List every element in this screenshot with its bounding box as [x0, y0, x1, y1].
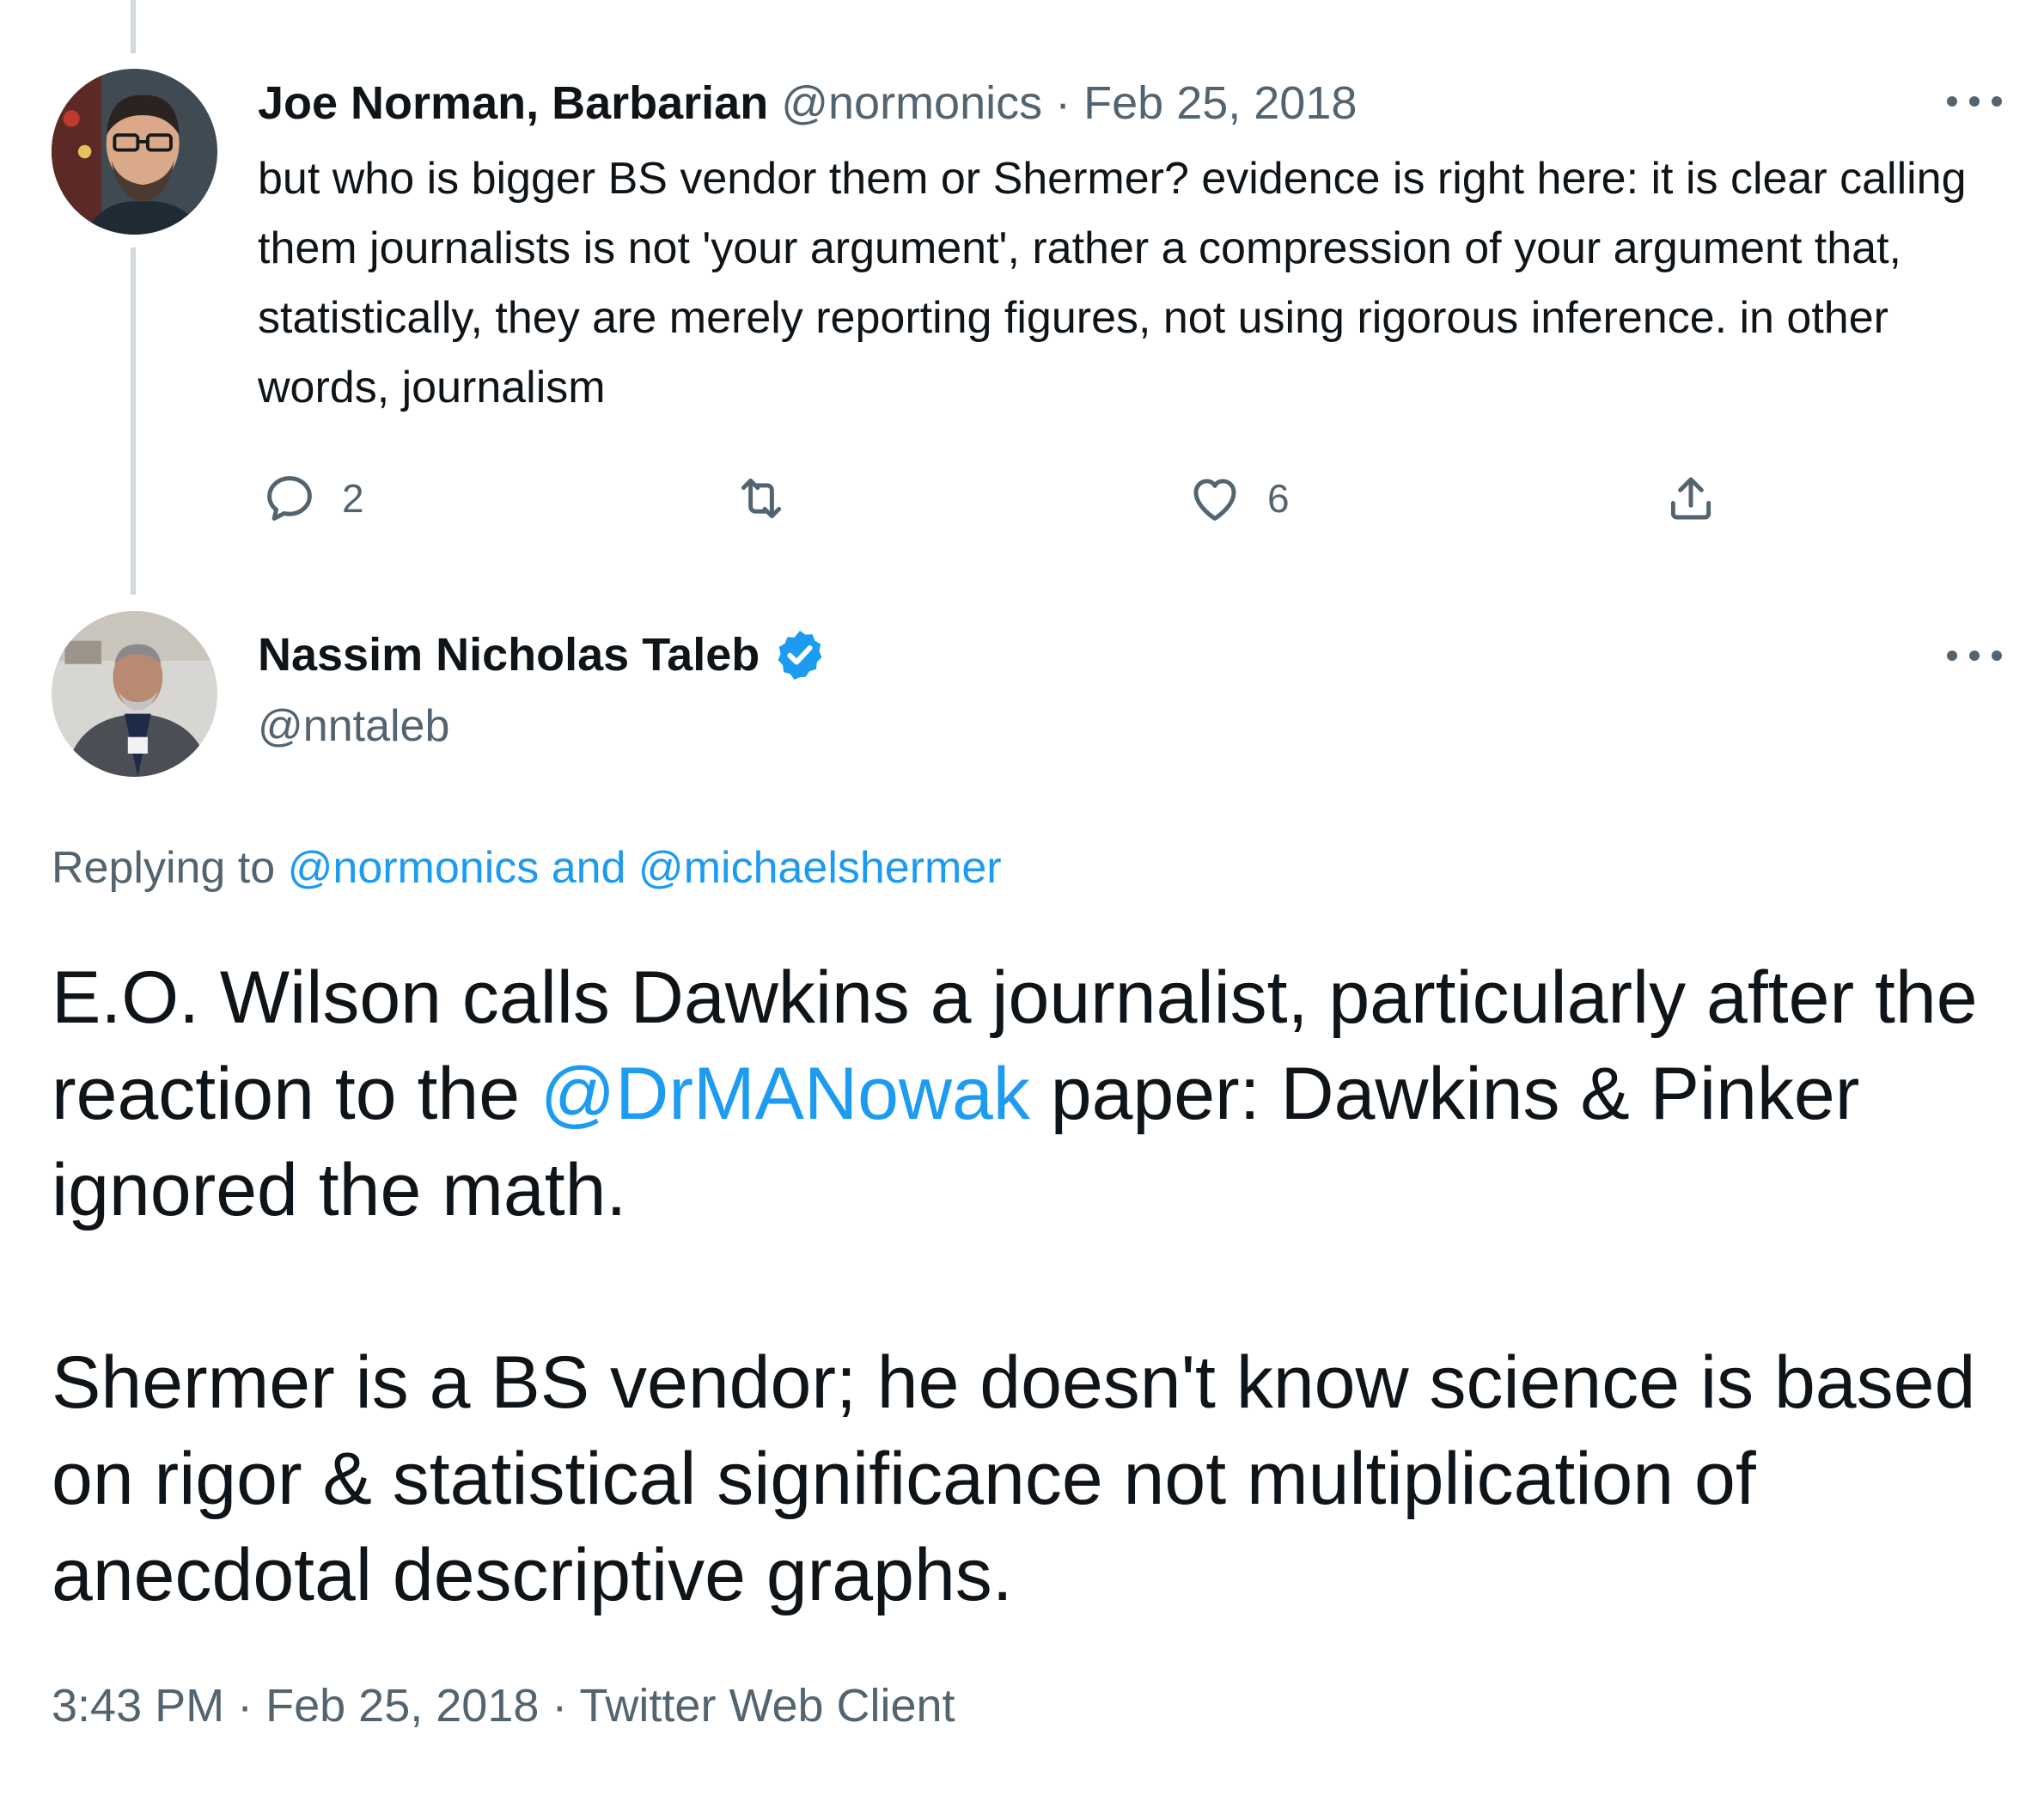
replying-to-mentions[interactable]: @normonics and @michaelshermer — [288, 843, 1002, 893]
avatar-nassim-taleb[interactable] — [52, 611, 217, 777]
main-display-name[interactable]: Nassim Nicholas Taleb — [258, 625, 760, 685]
tweet-date[interactable]: Feb 25, 2018 — [265, 1680, 539, 1732]
parent-handle[interactable]: @normonics — [781, 77, 1042, 129]
share-icon — [1670, 477, 1711, 520]
mention-link[interactable]: @DrMANowak — [540, 1053, 1030, 1135]
tweet-metadata: 3:43 PM · Feb 25, 2018 · Twitter Web Cli… — [52, 1676, 955, 1736]
main-tweet-text: E.O. Wilson calls Dawkins a journalist, … — [52, 950, 2019, 1623]
parent-date[interactable]: Feb 25, 2018 — [1083, 77, 1357, 129]
heart-icon — [1193, 479, 1236, 521]
header-separator: · — [1055, 77, 1071, 129]
avatar-joe-norman[interactable] — [52, 69, 217, 235]
like-count: 6 — [1267, 476, 1290, 521]
meta-separator: · — [237, 1680, 253, 1732]
more-icon[interactable] — [1947, 93, 2002, 110]
thread-line — [131, 247, 136, 595]
retweet-button[interactable] — [733, 464, 814, 533]
parent-tweet-text: but who is bigger BS vendor them or Sher… — [258, 154, 1967, 412]
main-handle[interactable]: @nntaleb — [258, 696, 449, 756]
tweet-time[interactable]: 3:43 PM — [52, 1680, 224, 1732]
avatar-image — [52, 69, 217, 235]
main-tweet-paragraph-2: Shermer is a BS vendor; he doesn't know … — [52, 1341, 1976, 1616]
avatar-image — [52, 611, 217, 777]
replying-prefix: Replying to — [52, 843, 276, 893]
main-display-name-row: Nassim Nicholas Taleb — [258, 625, 828, 685]
more-icon[interactable] — [1947, 647, 2002, 664]
main-tweet-paragraph-1: E.O. Wilson calls Dawkins a journalist, … — [52, 950, 2019, 1238]
meta-separator: · — [552, 1680, 568, 1732]
reply-button[interactable]: 2 — [261, 464, 364, 533]
parent-display-name[interactable]: Joe Norman, Barbarian — [258, 77, 768, 129]
reply-count: 2 — [342, 476, 364, 521]
share-button[interactable] — [1663, 464, 1719, 533]
replying-to-line: Replying to @normonics and @michaelsherm… — [52, 838, 1002, 898]
retweet-icon — [741, 478, 782, 519]
reply-icon — [267, 476, 312, 521]
like-button[interactable]: 6 — [1187, 464, 1290, 533]
tweet-source[interactable]: Twitter Web Client — [579, 1680, 955, 1732]
parent-tweet-header: Joe Norman, Barbarian @normonics · Feb 2… — [258, 73, 1357, 133]
thread-line — [131, 0, 136, 53]
verified-badge-icon — [778, 630, 822, 680]
